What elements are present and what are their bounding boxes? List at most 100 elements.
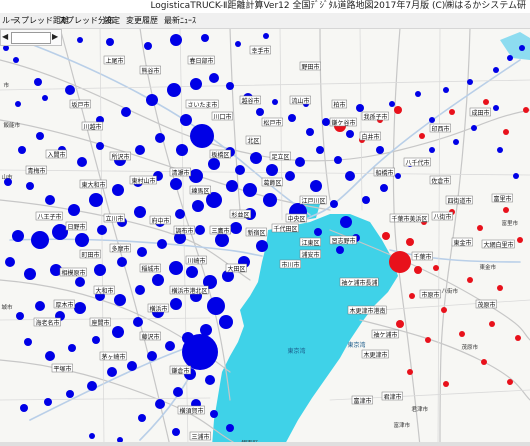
blue-location-marker[interactable] [173,387,183,397]
blue-location-marker[interactable] [66,390,74,398]
blue-location-marker[interactable] [330,200,338,208]
blue-location-marker[interactable] [42,95,48,101]
blue-location-marker[interactable] [176,144,188,156]
blue-location-marker[interactable] [45,351,55,361]
blue-location-marker[interactable] [336,246,344,254]
blue-location-marker[interactable] [219,315,233,329]
blue-location-marker[interactable] [87,381,97,391]
blue-location-marker[interactable] [190,124,214,148]
blue-location-marker[interactable] [75,277,85,287]
blue-location-marker[interactable] [272,99,278,105]
road-map[interactable]: 上尾市 春日部市 幸手市熊谷市 野田市坂戸市 さいたま市 越谷市松戸市 柏市我孫子市川越市入… [0,0,530,446]
blue-location-marker[interactable] [453,139,459,145]
blue-location-marker[interactable] [235,41,241,47]
blue-location-marker[interactable] [310,180,322,192]
blue-location-marker[interactable] [133,317,143,327]
blue-location-marker[interactable] [205,375,215,385]
blue-location-marker[interactable] [52,224,68,240]
blue-location-marker[interactable] [389,101,395,107]
blue-location-marker[interactable] [127,361,137,371]
blue-location-marker[interactable] [24,338,32,346]
red-location-marker[interactable] [517,237,523,243]
blue-location-marker[interactable] [97,225,107,235]
blue-location-marker[interactable] [12,230,24,242]
blue-location-marker[interactable] [256,240,268,252]
blue-location-marker[interactable] [152,274,164,286]
blue-location-marker[interactable] [226,82,234,90]
blue-location-marker[interactable] [121,107,131,117]
red-location-marker[interactable] [419,133,425,139]
blue-location-marker[interactable] [235,165,245,175]
blue-location-marker[interactable] [68,204,80,216]
red-location-marker[interactable] [477,225,483,231]
blue-location-marker[interactable] [215,233,229,247]
blue-location-marker[interactable] [117,257,127,267]
red-location-marker[interactable] [467,277,473,283]
blue-location-marker[interactable] [256,108,264,116]
red-location-marker[interactable] [489,321,495,327]
red-location-marker[interactable] [481,359,487,365]
blue-location-marker[interactable] [295,157,305,167]
blue-location-marker[interactable] [322,118,330,126]
blue-location-marker[interactable] [170,178,182,190]
blue-location-marker[interactable] [186,266,198,278]
blue-location-marker[interactable] [114,294,126,306]
blue-location-marker[interactable] [18,146,26,154]
blue-location-marker[interactable] [144,42,152,50]
red-location-marker[interactable] [523,107,529,113]
blue-location-marker[interactable] [135,145,145,155]
red-location-marker[interactable] [497,285,503,291]
red-location-marker[interactable] [449,109,455,115]
blue-location-marker[interactable] [340,216,352,228]
blue-location-marker[interactable] [68,344,76,352]
blue-location-marker[interactable] [334,156,342,164]
blue-location-marker[interactable] [77,157,87,167]
blue-location-marker[interactable] [195,225,205,235]
blue-location-marker[interactable] [226,424,234,432]
blue-location-marker[interactable] [207,297,225,315]
blue-location-marker[interactable] [380,184,388,192]
forward-button[interactable]: ▶ [52,32,58,42]
blue-location-marker[interactable] [35,301,45,311]
blue-location-marker[interactable] [316,146,324,154]
red-location-marker[interactable] [394,106,402,114]
red-location-marker[interactable] [382,232,390,240]
blue-location-marker[interactable] [519,45,525,51]
blue-location-marker[interactable] [201,34,209,42]
blue-location-marker[interactable] [36,132,44,140]
blue-location-marker[interactable] [89,433,95,439]
blue-location-marker[interactable] [155,133,165,143]
blue-location-marker[interactable] [356,104,364,112]
blue-location-marker[interactable] [493,105,499,111]
blue-location-marker[interactable] [208,158,220,170]
blue-location-marker[interactable] [395,173,401,179]
blue-location-marker[interactable] [190,78,202,90]
red-location-marker[interactable] [503,129,509,135]
blue-location-marker[interactable] [138,414,146,422]
red-location-marker[interactable] [409,293,415,299]
blue-location-marker[interactable] [20,404,28,412]
red-location-marker[interactable] [507,379,513,385]
red-location-marker[interactable] [407,369,413,375]
blue-location-marker[interactable] [513,173,519,179]
blue-location-marker[interactable] [170,298,182,310]
red-location-marker[interactable] [425,337,431,343]
blue-location-marker[interactable] [165,341,175,351]
blue-location-marker[interactable] [92,336,100,344]
blue-location-marker[interactable] [167,83,181,97]
blue-location-marker[interactable] [429,117,435,123]
blue-location-marker[interactable] [182,334,218,370]
blue-location-marker[interactable] [497,147,503,153]
red-location-marker[interactable] [503,207,509,213]
blue-location-marker[interactable] [507,55,513,61]
blue-location-marker[interactable] [288,114,296,122]
red-location-marker[interactable] [515,335,521,341]
blue-location-marker[interactable] [106,38,114,46]
blue-location-marker[interactable] [314,228,322,236]
blue-location-marker[interactable] [170,34,182,46]
red-location-marker[interactable] [414,266,422,274]
back-button[interactable]: ◀ [2,32,8,42]
blue-location-marker[interactable] [112,184,124,196]
blue-location-marker[interactable] [169,261,183,275]
blue-location-marker[interactable] [285,171,295,181]
